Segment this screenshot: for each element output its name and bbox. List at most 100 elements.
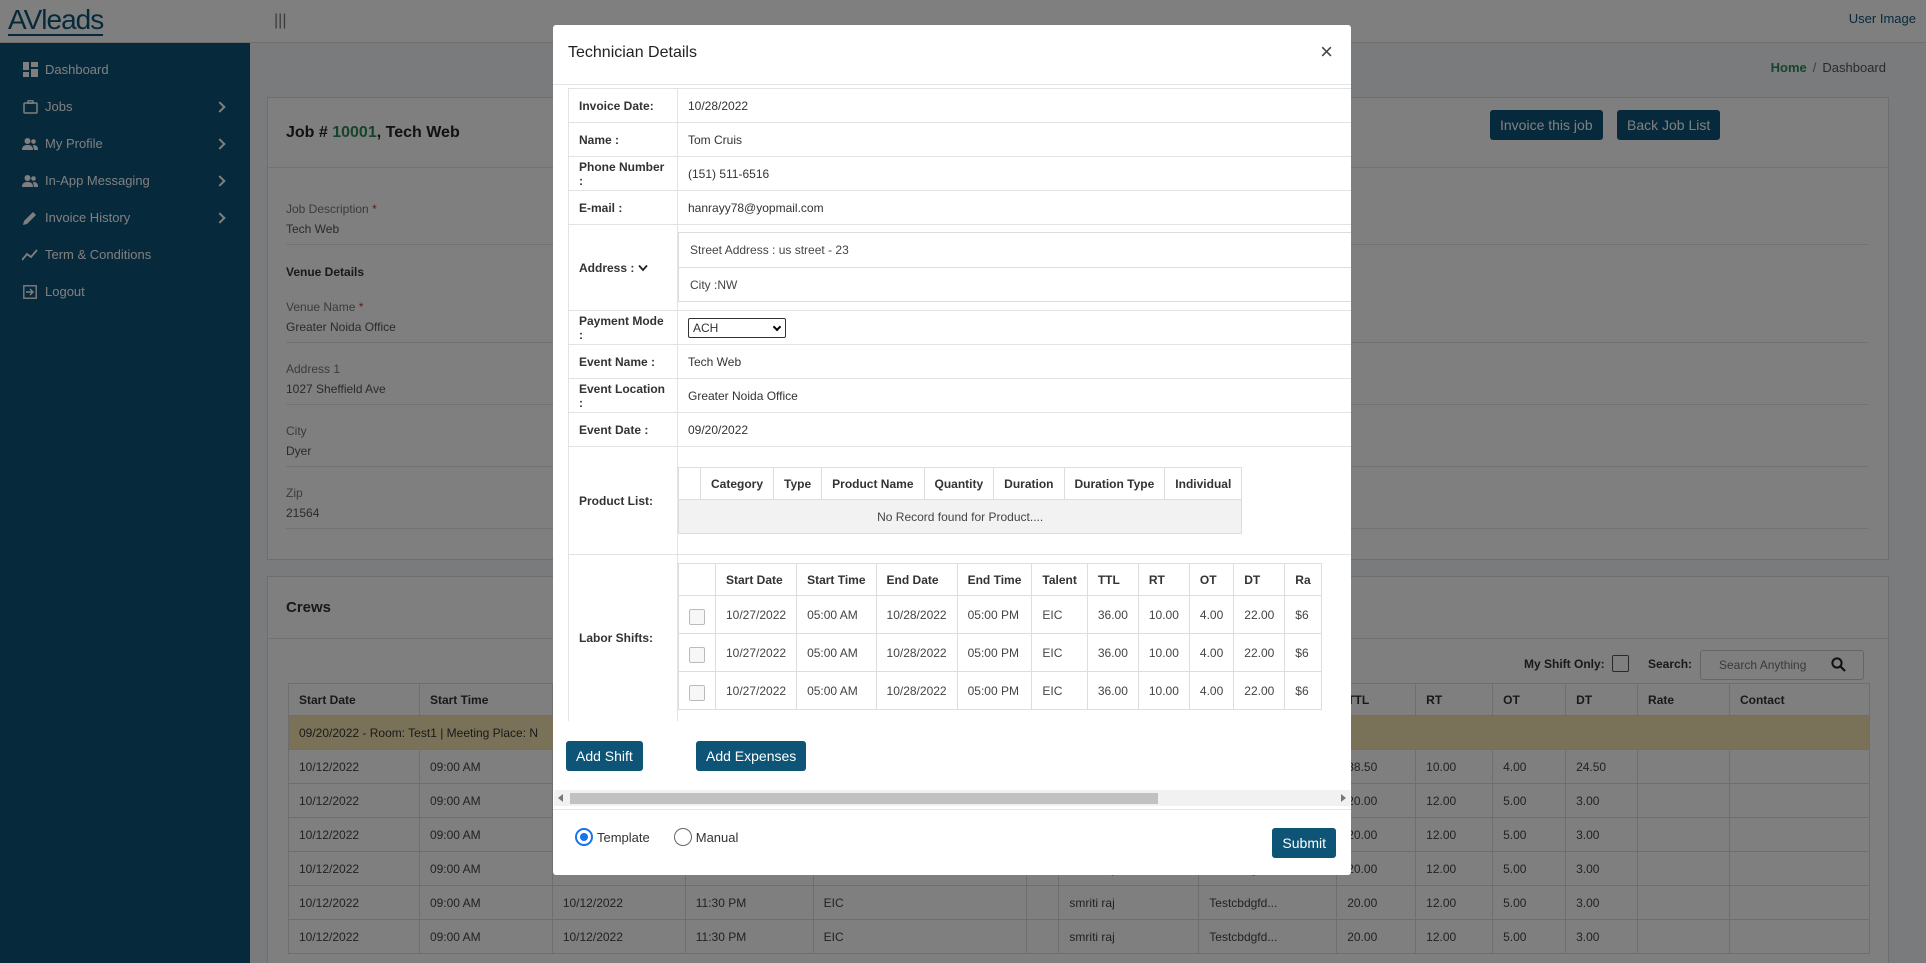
column-header[interactable]: RT [1137,563,1190,596]
column-header[interactable]: Duration Type [1063,467,1166,500]
column-header[interactable] [678,563,716,596]
chevron-down-icon [638,264,648,271]
detail-row-product-list: Product List: Category Type Product Name Qu… [568,446,1351,555]
detail-label: Product List: [568,446,678,555]
city-value: City :NW [679,267,1351,301]
table-cell: 10/28/2022 [875,671,958,710]
street-address: Street Address : us street - 23 [690,243,849,257]
close-icon[interactable]: × [1320,41,1333,63]
table-cell: 05:00 PM [956,671,1033,710]
column-header[interactable]: DT [1233,563,1286,596]
scroll-left-icon[interactable] [558,794,563,802]
table-cell: 05:00 AM [796,671,877,710]
table-cell: 22.00 [1233,595,1286,634]
detail-label: Labor Shifts: [568,554,678,721]
template-radio[interactable] [575,828,593,846]
table-cell: 22.00 [1233,633,1286,672]
detail-row-name: Name : Tom Cruis [568,122,1351,157]
table-cell: 10/27/2022 [714,633,798,672]
column-header[interactable]: Talent [1031,563,1088,596]
payment-mode-value: ACH [693,320,719,335]
column-header[interactable]: Start Time [796,563,877,596]
detail-value: 10/28/2022 [677,88,1351,123]
product-list-cell: Category Type Product Name Quantity Duration… [677,446,1351,555]
manual-radio[interactable] [673,828,692,846]
add-expenses-button[interactable]: Add Expenses [696,741,807,771]
table-cell: 05:00 AM [796,633,877,672]
table-cell: 10/28/2022 [875,633,958,672]
column-header[interactable]: Product Name [821,467,925,500]
labor-table-body: 10/27/2022 05:00 AM 10/28/2022 05:00 PM EIC 3… [678,595,1322,710]
chevron-down-icon [772,322,782,331]
product-empty-row: No Record found for Product.... [677,499,1243,534]
table-cell: 10.00 [1137,595,1190,634]
row-select-cell [678,595,716,634]
modal-body: Invoice Date: 10/28/2022 Name : Tom Cruis … [568,88,1351,808]
detail-label: E-mail : [568,190,678,225]
labor-shift-row: 10/27/2022 05:00 AM 10/28/2022 05:00 PM EIC 3… [678,595,1322,634]
row-select-cell [678,671,716,710]
payment-mode-select[interactable]: ACH [688,317,786,338]
labor-shift-row: 10/27/2022 05:00 AM 10/28/2022 05:00 PM EIC 3… [678,633,1322,672]
column-header[interactable]: Quantity [923,467,995,500]
column-header[interactable]: Ra [1284,563,1322,596]
table-cell: EIC [1031,671,1088,710]
column-header[interactable]: Individual [1164,467,1243,500]
add-shift-button[interactable]: Add Shift [566,741,643,771]
address-toggle[interactable]: Address : [568,224,678,311]
table-cell: 10/27/2022 [714,595,798,634]
table-cell: 4.00 [1188,633,1235,672]
payment-cell: ACH [677,310,1351,345]
template-radio-label[interactable]: Template [597,830,650,845]
submit-button[interactable]: Submit [1272,828,1336,858]
horizontal-scrollbar[interactable] [554,790,1350,806]
table-cell: 05:00 PM [956,595,1033,634]
product-table: Category Type Product Name Quantity Duration… [677,467,1243,534]
detail-value: 09/20/2022 [677,412,1351,447]
column-header[interactable]: OT [1188,563,1235,596]
modal-title: Technician Details [568,44,697,61]
manual-radio-label[interactable]: Manual [696,830,739,845]
detail-row-event-date: Event Date :09/20/2022 [568,412,1351,447]
table-cell: EIC [1031,595,1088,634]
scroll-right-icon[interactable] [1341,794,1346,802]
empty-message: No Record found for Product.... [677,499,1243,534]
row-checkbox[interactable] [689,685,705,701]
detail-value: Tech Web [677,344,1351,379]
divider [553,84,1351,85]
column-header[interactable]: TTL [1086,563,1139,596]
column-header[interactable]: End Date [875,563,958,596]
labor-shifts-table: Start Date Start Time End Date End Time Tale… [678,563,1322,710]
table-cell: 10.00 [1137,671,1190,710]
table-cell: 4.00 [1188,595,1235,634]
column-header[interactable]: Duration [993,467,1065,500]
detail-label: Name : [568,122,678,157]
table-cell: 10.00 [1137,633,1190,672]
divider [553,809,1351,810]
address-value-cell: Street Address : us street - 23 City :NW [677,224,1351,311]
row-checkbox[interactable] [689,609,705,625]
invoice-type-radio-group: Template Manual [575,828,738,846]
table-cell: 05:00 AM [796,595,877,634]
table-cell: 10/27/2022 [714,671,798,710]
table-cell: 36.00 [1086,633,1139,672]
detail-row-email: E-mail : hanrayy78@yopmail.com [568,190,1351,225]
table-cell: 36.00 [1086,595,1139,634]
column-header[interactable]: Type [773,467,823,500]
row-checkbox[interactable] [689,647,705,663]
table-cell: 36.00 [1086,671,1139,710]
product-table-header: Category Type Product Name Quantity Duration… [678,467,1243,500]
column-header[interactable]: End Time [956,563,1033,596]
column-header[interactable]: Category [699,467,775,500]
detail-value: Greater Noida Office [677,378,1351,413]
detail-label: Event Date : [568,412,678,447]
column-header[interactable] [678,467,701,500]
scrollbar-thumb[interactable] [570,793,1158,804]
column-header[interactable]: Start Date [714,563,798,596]
detail-label: Event Name : [568,344,678,379]
table-cell: $6 [1284,595,1322,634]
table-cell: $6 [1284,671,1322,710]
detail-value: hanrayy78@yopmail.com [677,190,1351,225]
detail-row-event-location: Event Location : Greater Noida Office [568,378,1351,413]
detail-row-invoice-date: Invoice Date: 10/28/2022 [568,88,1351,123]
